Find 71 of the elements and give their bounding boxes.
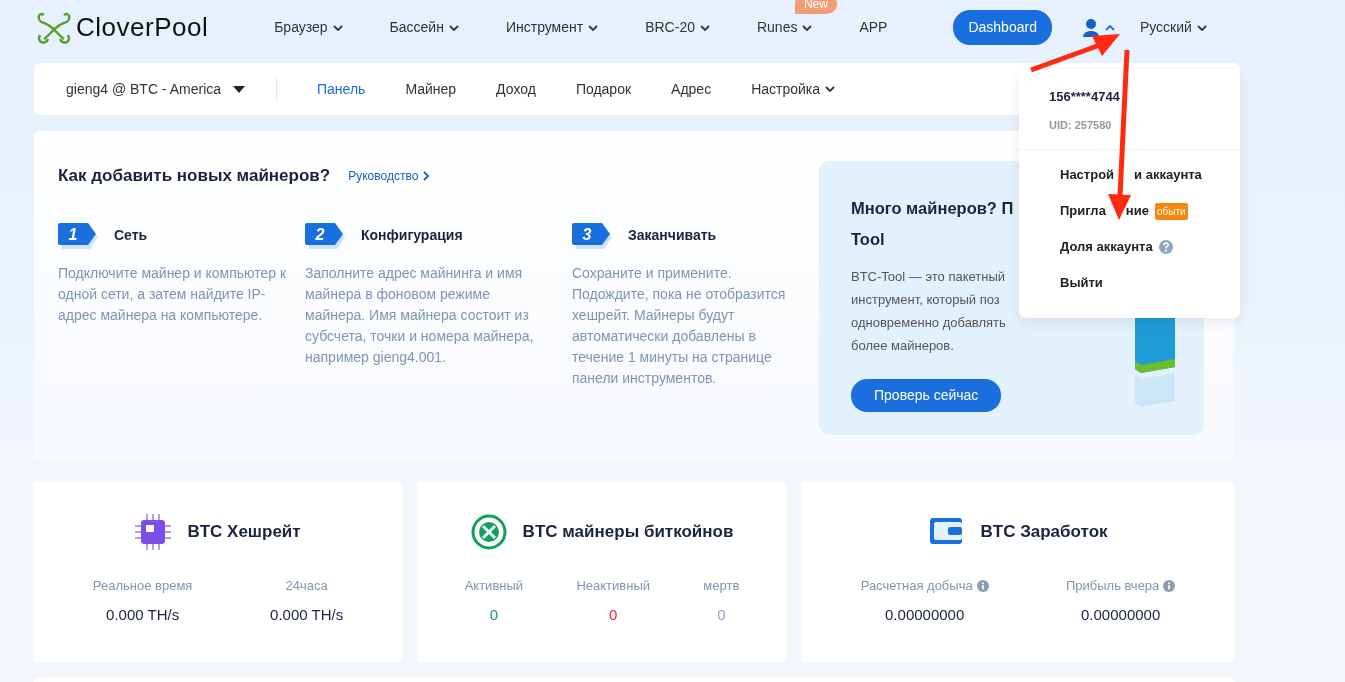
account-selector[interactable]: gieng4 @ BTC - America [66, 78, 276, 100]
stat-title: BTC майнеры биткойнов [522, 521, 734, 544]
metric-label: 24часа [285, 577, 328, 595]
step-description: Заполните адрес майнинга и имя майнера в фоновом режиме майнера. Имя майнера состоит из субсчета, точки и номера майнера, например gieng4.001. [305, 263, 535, 367]
metric-label: Реальное время [92, 577, 193, 595]
nav-link[interactable]: BRC-20 [645, 17, 711, 38]
metric-label: Расчетная добыча [860, 577, 973, 595]
promo-text: BTC-Tool — это пакетный [851, 268, 1006, 286]
chevron-up-icon [1103, 22, 1116, 33]
tab[interactable]: Настройка [751, 78, 837, 100]
nav-link[interactable]: Инструмент [505, 17, 600, 38]
metric-label: мертв [703, 577, 740, 595]
language-selector[interactable]: Русский [1139, 17, 1208, 38]
step-title: Сеть [114, 226, 148, 245]
metric-label: Неактивный [576, 577, 650, 595]
event-badge: обыти [1154, 202, 1188, 220]
chevron-down-icon [447, 22, 460, 33]
check-now-button[interactable]: Проверь сейчас [851, 379, 1002, 412]
chevron-right-icon [422, 170, 431, 181]
metric-value: 0.000 TH/s [105, 604, 181, 625]
chevron-down-icon [1195, 22, 1208, 33]
chevron-down-icon [698, 22, 711, 33]
user-icon [1081, 17, 1100, 38]
logo-text[interactable]: CloverPool [76, 8, 209, 47]
step-title: Конфигурация [361, 226, 463, 245]
promo-text: одновременно добавлять [851, 314, 1006, 332]
chevron-down-icon [331, 22, 344, 33]
new-badge: New [794, 0, 837, 14]
menu-item-text[interactable]: Выйти [1060, 273, 1103, 293]
menu-item-text[interactable]: ние [1125, 201, 1149, 221]
stat-title: BTC Заработок [980, 521, 1108, 544]
tab[interactable]: Доход [496, 78, 536, 100]
metric-value: 0 [488, 604, 500, 625]
account-uid: UID: 257580 [1049, 117, 1113, 133]
nav-link[interactable]: Бассейн [389, 17, 460, 38]
promo-text: более майнеров. [851, 337, 954, 355]
chip-icon [135, 514, 172, 550]
dashboard-button[interactable]: Dashboard [953, 10, 1052, 45]
metric-label: Активный [464, 577, 524, 595]
tab[interactable]: Панель [317, 78, 366, 100]
nav-link[interactable]: APP [859, 17, 888, 38]
caret-down-icon [233, 85, 246, 93]
menu-item-text[interactable]: Пригла [1060, 201, 1106, 221]
step-title: Заканчивать [628, 226, 717, 245]
promo-title: Tool [851, 229, 885, 250]
tab[interactable]: Майнер [405, 78, 457, 100]
chevron-down-icon [824, 84, 837, 94]
promo-text: инструмент, который поз [851, 291, 1000, 309]
tab[interactable]: Адрес [671, 78, 712, 100]
metric-value: 0.00000000 [884, 604, 966, 625]
metric-label: Прибыль вчера [1065, 577, 1160, 595]
nav-link[interactable]: Браузер [274, 17, 344, 38]
metric-value: 0 [608, 604, 619, 625]
account-phone: 156****4744 [1049, 88, 1121, 106]
promo-title: Много майнеров? П [851, 198, 1014, 219]
chevron-down-icon [801, 22, 814, 33]
menu-item-text[interactable]: и аккаунта [1134, 165, 1202, 185]
fan-icon [470, 514, 507, 550]
menu-item-text[interactable]: Настрой [1060, 165, 1115, 185]
metric-value: 0.000 TH/s [270, 604, 344, 625]
step-description: Подключите майнер и компьютер к одной сети, а затем найдите IP-адрес майнера на компьютере. [58, 263, 288, 325]
chevron-down-icon [587, 22, 600, 33]
section-title: Как добавить новых майнеров? [58, 165, 331, 187]
metric-value: 0.00000000 [1080, 604, 1162, 625]
menu-item-text[interactable]: Доля аккаунта [1060, 237, 1153, 257]
step-description: Сохраните и примените. Подождите, пока не отобразится хешрейт. Майнеры будут автоматически добавлены в течение 1 минуты на странице панели инструментов. [572, 263, 787, 388]
metric-value: 0 [716, 604, 727, 625]
guide-link[interactable]: Руководство [348, 166, 431, 185]
user-menu-button[interactable] [1081, 17, 1116, 38]
tab[interactable]: Подарок [575, 78, 632, 100]
stat-title: BTC Хешрейт [187, 521, 301, 544]
